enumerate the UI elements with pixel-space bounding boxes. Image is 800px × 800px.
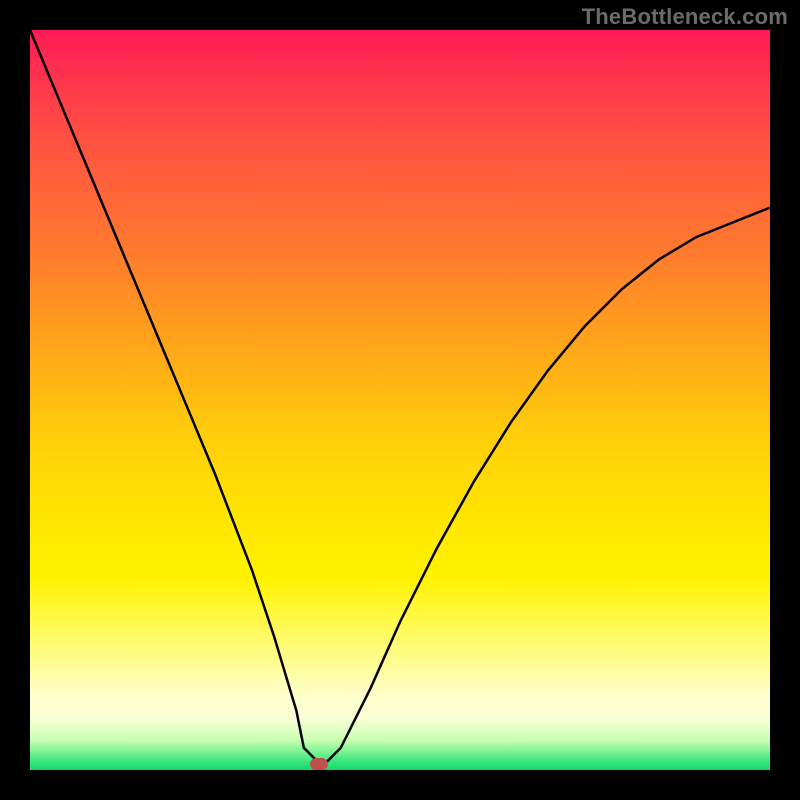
plot-area [30,30,770,770]
watermark-text: TheBottleneck.com [582,4,788,30]
chart-frame: TheBottleneck.com [0,0,800,800]
bottleneck-curve [30,30,770,770]
optimum-marker [310,758,328,770]
